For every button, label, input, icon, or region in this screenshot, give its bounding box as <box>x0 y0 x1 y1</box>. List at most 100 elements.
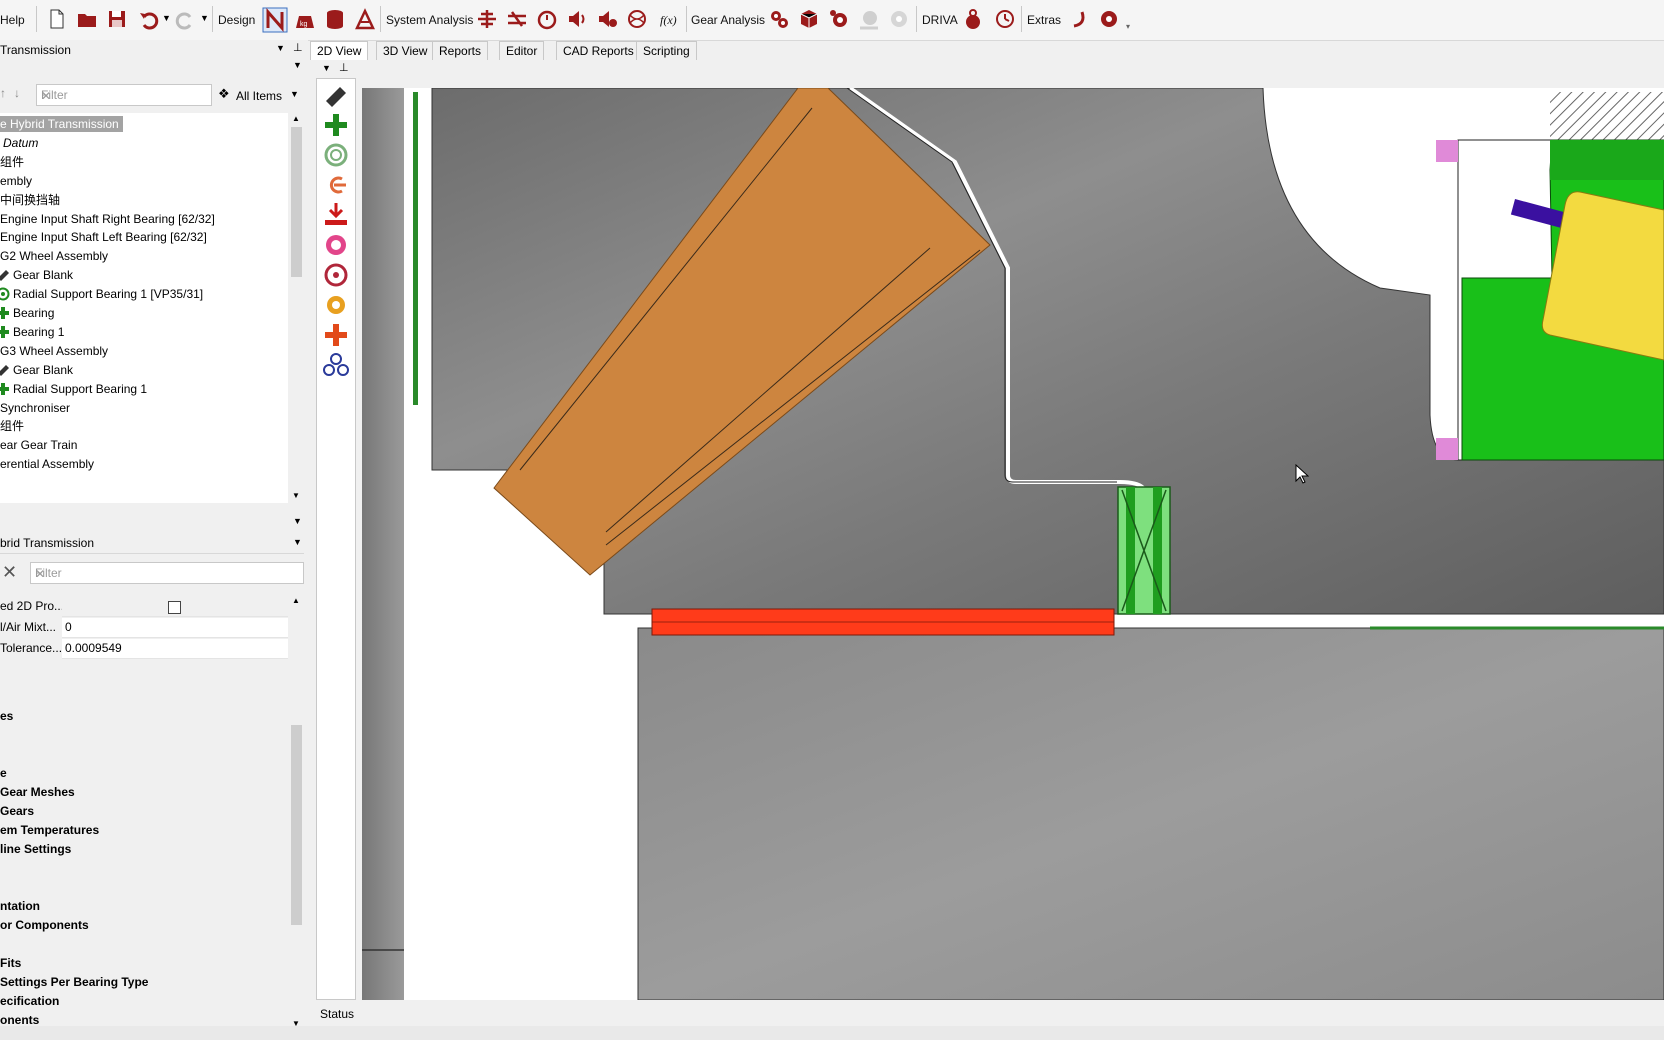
target-tool-icon[interactable] <box>320 261 352 289</box>
tree-scroll-thumb[interactable] <box>291 127 302 277</box>
tree-item[interactable]: Engine Input Shaft Left Bearing [62/32] <box>0 228 207 247</box>
gear-settings-icon[interactable] <box>828 8 850 30</box>
scroll-up-icon[interactable]: ▲ <box>292 114 300 123</box>
gear-disabled-icon[interactable] <box>888 8 910 30</box>
properties-object-combo[interactable]: brid Transmission <box>0 534 304 554</box>
speaker-icon[interactable] <box>566 8 588 30</box>
undo-icon[interactable] <box>138 8 160 30</box>
property-category[interactable]: e <box>0 766 7 780</box>
tree-item[interactable]: Radial Support Bearing 1 [VP35/31] <box>0 285 203 304</box>
property-category[interactable]: line Settings <box>0 842 71 856</box>
property-value[interactable]: 0.0009549 <box>62 639 288 659</box>
tree-filter-input[interactable]: Filter ✕ <box>36 84 212 106</box>
property-category[interactable]: em Temperatures <box>0 823 99 837</box>
tree-item[interactable]: embly <box>0 172 32 191</box>
gear-pair-icon[interactable] <box>768 8 790 30</box>
clear-properties-filter-icon[interactable]: ✕ <box>35 566 299 582</box>
pin-icon[interactable]: ⊥ <box>293 41 303 54</box>
modal-analysis-icon[interactable] <box>626 8 648 30</box>
tree-item[interactable]: 组件 <box>0 153 24 172</box>
property-category[interactable]: Gears <box>0 804 34 818</box>
arrow-up-icon[interactable]: ↑ <box>0 86 6 100</box>
driva-weight-icon[interactable] <box>962 8 984 30</box>
tree-item[interactable]: 中间换挡轴 <box>0 191 60 210</box>
tab-1[interactable]: 3D View <box>376 41 435 60</box>
ring-tool-icon[interactable] <box>320 141 352 169</box>
tree-item[interactable]: erential Assembly <box>0 455 94 474</box>
tree-item[interactable]: Gear Blank <box>0 266 73 285</box>
property-value[interactable]: 0 <box>62 618 288 638</box>
property-category[interactable]: onents <box>0 1013 39 1027</box>
property-category[interactable]: Gear Meshes <box>0 785 75 799</box>
planetary-tool-icon[interactable] <box>320 351 352 379</box>
tab-5[interactable]: Scripting <box>636 41 697 60</box>
extras-hook-icon[interactable] <box>1068 8 1090 30</box>
timer-icon[interactable] <box>536 8 558 30</box>
property-checkbox[interactable] <box>168 601 181 614</box>
tree-item[interactable]: G3 Wheel Assembly <box>0 342 108 361</box>
gear-tool-icon[interactable] <box>320 291 352 319</box>
properties-combo-dropdown-icon[interactable]: ▼ <box>293 537 302 547</box>
pane-dropdown-icon[interactable]: ▼ <box>293 60 302 70</box>
vtools-pin-icon[interactable]: ⊥ <box>339 61 349 74</box>
all-items-filter[interactable]: All Items <box>236 89 282 103</box>
property-category[interactable]: Fits <box>0 956 21 970</box>
arrow-down-icon[interactable]: ↓ <box>14 86 20 100</box>
tab-2[interactable]: Reports <box>432 41 489 60</box>
tree-item[interactable]: Gear Blank <box>0 361 73 380</box>
connector-tool-icon[interactable] <box>320 171 352 199</box>
tools-wrench-icon[interactable]: ✕ <box>2 562 17 583</box>
design-mode-icon[interactable] <box>262 7 288 33</box>
all-items-dropdown-icon[interactable]: ▼ <box>290 89 299 99</box>
tree-item[interactable]: Radial Support Bearing 1 <box>0 380 147 399</box>
property-category[interactable]: es <box>0 709 13 723</box>
2d-view-canvas[interactable] <box>362 88 1664 1000</box>
tab-0[interactable]: 2D View <box>310 41 369 60</box>
tree-item[interactable]: Engine Input Shaft Right Bearing [62/32] <box>0 210 215 229</box>
props-scroll-thumb[interactable] <box>291 725 302 925</box>
open-folder-icon[interactable] <box>76 8 98 30</box>
tab-3[interactable]: Editor <box>499 41 545 60</box>
bearing-tool-icon[interactable] <box>320 111 352 139</box>
gear-rack-disabled-icon[interactable] <box>858 8 880 30</box>
scroll-down-icon[interactable]: ▼ <box>292 491 300 500</box>
properties-filter-input[interactable]: Filter ✕ <box>30 562 304 584</box>
property-category[interactable]: ntation <box>0 899 40 913</box>
pink-node-marker[interactable] <box>1436 140 1458 162</box>
properties-scrollbar[interactable]: ▲ ▼ <box>288 595 305 1031</box>
redo-dropdown-icon[interactable]: ▼ <box>200 13 209 23</box>
props-scroll-up-icon[interactable]: ▲ <box>292 596 300 605</box>
shaft-body[interactable] <box>637 627 1664 1000</box>
clear-filter-icon[interactable]: ✕ <box>41 88 207 104</box>
vtools-dropdown-icon[interactable]: ▼ <box>322 63 331 73</box>
extras-gear-icon[interactable] <box>1098 8 1120 30</box>
coupling-tool-icon[interactable] <box>320 321 352 349</box>
green-needle-bearing[interactable] <box>1117 486 1171 615</box>
driva-clock-icon[interactable] <box>994 8 1016 30</box>
tree-item[interactable]: 组件 <box>0 417 24 436</box>
help-menu[interactable]: Help <box>0 13 25 27</box>
props-pane-dropdown-icon[interactable]: ▼ <box>293 516 302 526</box>
pink-node-marker[interactable] <box>1436 438 1458 460</box>
tree-item[interactable]: Bearing <box>0 304 54 323</box>
property-category[interactable]: Settings Per Bearing Type <box>0 975 148 989</box>
load-case-icon[interactable] <box>506 8 528 30</box>
noise-analysis-icon[interactable] <box>596 8 618 30</box>
database-icon[interactable] <box>324 8 346 30</box>
new-file-icon[interactable] <box>46 8 68 30</box>
redo-icon[interactable] <box>174 8 196 30</box>
pink-ring-tool-icon[interactable] <box>320 231 352 259</box>
property-category[interactable]: or Components <box>0 918 89 932</box>
property-category[interactable]: ecification <box>0 994 59 1008</box>
model-combo-dropdown-icon[interactable]: ▼ <box>276 43 285 53</box>
geometry-icon[interactable] <box>354 8 376 30</box>
toolbar-overflow-icon[interactable]: ▾ <box>1126 22 1130 31</box>
tree-item[interactable]: Synchroniser <box>0 399 70 418</box>
save-icon[interactable] <box>106 8 128 30</box>
tree-item[interactable]: ear Gear Train <box>0 436 77 455</box>
property-value[interactable] <box>62 597 288 617</box>
tree-item[interactable]: Datum <box>0 134 38 153</box>
model-combo[interactable]: Transmission <box>0 41 286 60</box>
tree-item[interactable]: G2 Wheel Assembly <box>0 247 108 266</box>
shaft-tool-icon[interactable] <box>320 81 352 109</box>
